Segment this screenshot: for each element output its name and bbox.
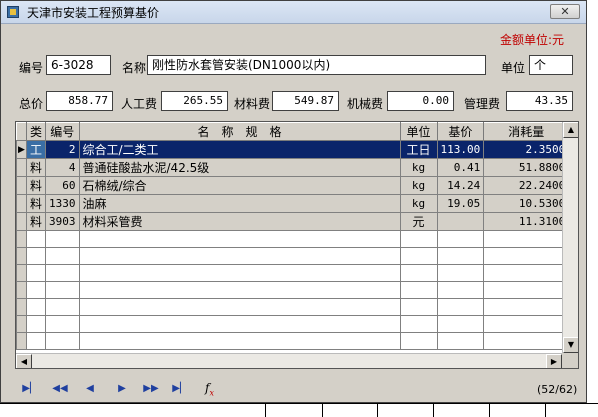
column-header-name[interactable]: 名 称 规 格 [78, 122, 401, 141]
row-type[interactable]: 料 [25, 176, 47, 195]
row-price[interactable]: 0.41 [436, 158, 485, 177]
row-name[interactable]: 油麻 [78, 194, 401, 213]
column-header-type[interactable]: 类 [25, 122, 47, 141]
empty-row[interactable] [16, 247, 570, 265]
first-record-icon[interactable]: ▶▏ [21, 381, 39, 397]
row-quantity[interactable]: 10.5300 [483, 194, 570, 213]
row-indicator [16, 176, 27, 195]
empty-row[interactable] [16, 230, 570, 248]
empty-row[interactable] [16, 264, 570, 282]
material-cost-field[interactable]: 549.87 [272, 91, 339, 111]
resource-table: 类 编号 名 称 规 格 单位 基价 消耗量 ▶ 工 2 综合工/二类工 工日 … [16, 122, 570, 350]
column-header-quantity[interactable]: 消耗量 [483, 122, 570, 141]
scroll-down-button[interactable]: ▼ [563, 337, 578, 353]
row-indicator [16, 194, 27, 213]
bg-gridline [0, 403, 598, 404]
labor-cost-label: 人工费 [121, 97, 158, 111]
prior-page-icon[interactable]: ◀◀ [51, 381, 69, 397]
empty-row[interactable] [16, 298, 570, 316]
resource-grid[interactable]: 类 编号 名 称 规 格 单位 基价 消耗量 ▶ 工 2 综合工/二类工 工日 … [15, 121, 579, 369]
prior-record-icon[interactable]: ◀ [81, 381, 99, 397]
row-quantity[interactable]: 22.2400 [483, 176, 570, 195]
scroll-right-button[interactable]: ▶ [546, 354, 562, 368]
row-name[interactable]: 普通硅酸盐水泥/42.5级 [78, 158, 401, 177]
formula-icon[interactable]: fx [205, 381, 214, 397]
total-price-field[interactable]: 858.77 [46, 91, 113, 111]
indicator-header [16, 122, 27, 141]
row-price[interactable]: 19.05 [436, 194, 485, 213]
scroll-up-button[interactable]: ▲ [563, 122, 578, 138]
row-quantity[interactable]: 51.8800 [483, 158, 570, 177]
labor-cost-field[interactable]: 265.55 [161, 91, 228, 111]
vertical-scrollbar[interactable]: ▲ ▼ [562, 122, 578, 353]
next-record-icon[interactable]: ▶ [113, 381, 131, 397]
row-unit[interactable]: kg [399, 158, 438, 177]
amount-unit-note: 金额单位:元 [500, 33, 565, 47]
row-name[interactable]: 石棉绒/综合 [78, 176, 401, 195]
base-price-dialog: 天津市安装工程预算基价 ✕ 金额单位:元 编号 6-3028 名称 刚性防水套管… [0, 0, 587, 403]
table-row[interactable]: ▶ 工 2 综合工/二类工 工日 113.00 2.3500 [16, 140, 570, 159]
horizontal-scrollbar[interactable]: ◀ ▶ [16, 353, 562, 368]
row-indicator [16, 212, 27, 231]
row-unit[interactable]: 元 [399, 212, 438, 231]
empty-row[interactable] [16, 315, 570, 333]
row-unit[interactable]: kg [399, 194, 438, 213]
row-indicator: ▶ [16, 140, 27, 159]
row-type[interactable]: 料 [25, 158, 47, 177]
next-page-icon[interactable]: ▶▶ [142, 381, 160, 397]
last-record-icon[interactable]: ▶▏ [171, 381, 189, 397]
row-quantity[interactable]: 2.3500 [483, 140, 570, 159]
empty-row[interactable] [16, 332, 570, 350]
row-code[interactable]: 1330 [45, 194, 80, 213]
table-row[interactable]: 料 60 石棉绒/综合 kg 14.24 22.2400 [16, 176, 570, 195]
row-type[interactable]: 工 [25, 140, 47, 159]
row-name[interactable]: 材料采管费 [78, 212, 401, 231]
row-indicator [16, 158, 27, 177]
row-code[interactable]: 4 [45, 158, 80, 177]
column-header-code[interactable]: 编号 [45, 122, 80, 141]
column-header-price[interactable]: 基价 [436, 122, 485, 141]
machine-cost-field[interactable]: 0.00 [387, 91, 454, 111]
code-field[interactable]: 6-3028 [46, 55, 111, 75]
row-type[interactable]: 料 [25, 194, 47, 213]
row-code[interactable]: 3903 [45, 212, 80, 231]
name-field[interactable]: 刚性防水套管安装(DN1000以内) [147, 55, 486, 75]
management-fee-field[interactable]: 43.35 [506, 91, 573, 111]
name-label: 名称 [122, 61, 147, 75]
table-row[interactable]: 料 1330 油麻 kg 19.05 10.5300 [16, 194, 570, 213]
row-unit[interactable]: kg [399, 176, 438, 195]
column-header-unit[interactable]: 单位 [399, 122, 438, 141]
title-bar[interactable]: 天津市安装工程预算基价 ✕ [1, 1, 586, 24]
material-cost-label: 材料费 [234, 97, 271, 111]
scrollbar-corner [562, 353, 578, 368]
close-button[interactable]: ✕ [550, 4, 580, 19]
scroll-left-button[interactable]: ◀ [16, 354, 32, 368]
total-price-label: 总价 [19, 97, 44, 111]
table-row[interactable]: 料 3903 材料采管费 元 11.3100 [16, 212, 570, 231]
row-price[interactable]: 14.24 [436, 176, 485, 195]
code-label: 编号 [19, 61, 44, 75]
unit-label: 单位 [501, 61, 526, 75]
row-code[interactable]: 60 [45, 176, 80, 195]
machine-cost-label: 机械费 [347, 97, 384, 111]
formula-icon-x: x [209, 388, 214, 398]
row-price[interactable]: 113.00 [436, 140, 485, 159]
table-row[interactable]: 料 4 普通硅酸盐水泥/42.5级 kg 0.41 51.8800 [16, 158, 570, 177]
row-unit[interactable]: 工日 [399, 140, 438, 159]
app-icon [7, 6, 19, 18]
record-position: (52/62) [537, 383, 578, 396]
row-price[interactable] [436, 212, 485, 231]
row-code[interactable]: 2 [45, 140, 80, 159]
window-title: 天津市安装工程预算基价 [27, 6, 160, 20]
empty-row[interactable] [16, 281, 570, 299]
row-name[interactable]: 综合工/二类工 [78, 140, 401, 159]
management-fee-label: 管理费 [464, 97, 501, 111]
unit-field[interactable]: 个 [529, 55, 573, 75]
row-quantity[interactable]: 11.3100 [483, 212, 570, 231]
row-type[interactable]: 料 [25, 212, 47, 231]
